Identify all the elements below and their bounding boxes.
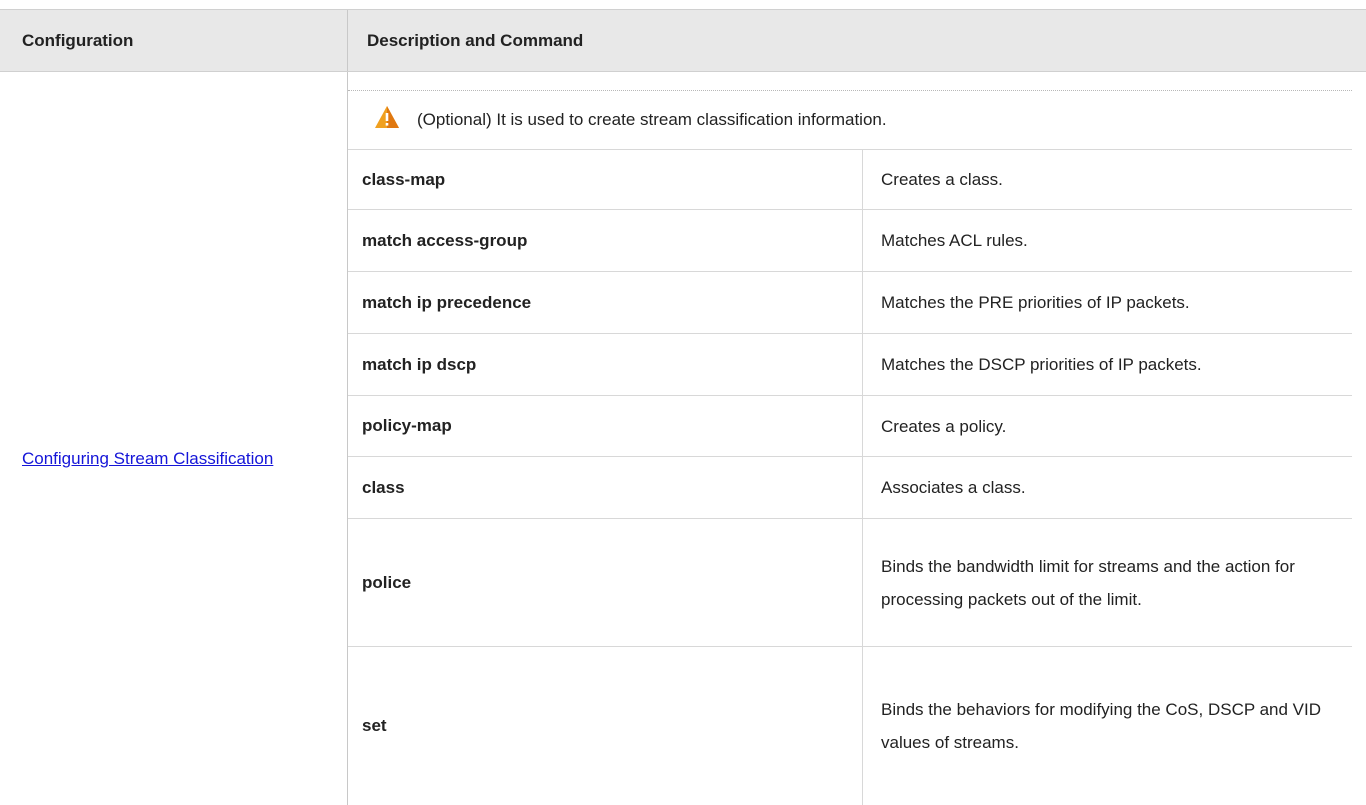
table-row: police Binds the bandwidth limit for str… xyxy=(348,519,1352,647)
command-description: Binds the behaviors for modifying the Co… xyxy=(881,700,1322,752)
table-row: match ip precedence Matches the PRE prio… xyxy=(348,272,1352,334)
command-name: match ip precedence xyxy=(362,292,532,312)
cell-divider xyxy=(862,210,863,271)
command-description: Binds the bandwidth limit for streams an… xyxy=(881,556,1295,609)
cell-divider xyxy=(862,150,863,209)
command-description: Matches the DSCP priorities of IP packet… xyxy=(881,355,1202,374)
table-row: set Binds the behaviors for modifying th… xyxy=(348,647,1352,805)
command-name: match ip dscp xyxy=(362,354,477,374)
command-description: Matches ACL rules. xyxy=(881,231,1028,250)
command-name: police xyxy=(362,572,412,592)
cell-divider xyxy=(862,272,863,333)
command-name: match access-group xyxy=(362,230,528,250)
command-name: set xyxy=(362,716,387,735)
command-description: Associates a class. xyxy=(881,478,1026,497)
table-header: Configuration Description and Command xyxy=(0,9,1366,72)
command-name: class xyxy=(362,477,405,497)
command-description: Creates a policy. xyxy=(881,416,1007,436)
optional-note: (Optional) It is used to create stream c… xyxy=(348,90,1352,150)
table-row: class-map Creates a class. xyxy=(348,150,1352,210)
table-row: class Associates a class. xyxy=(348,457,1352,519)
header-description: Description and Command xyxy=(367,31,584,50)
cell-divider xyxy=(862,334,863,395)
cell-divider xyxy=(862,396,863,456)
header-configuration: Configuration xyxy=(22,31,134,50)
command-name: class-map xyxy=(362,169,446,189)
command-description: Matches the PRE priorities of IP packets… xyxy=(881,293,1190,312)
note-text: (Optional) It is used to create stream c… xyxy=(417,110,887,129)
configuring-stream-classification-link[interactable]: Configuring Stream Classification xyxy=(22,442,322,475)
cell-divider xyxy=(862,647,863,805)
warning-icon xyxy=(375,106,399,128)
table-row: match ip dscp Matches the DSCP prioritie… xyxy=(348,334,1352,396)
cell-divider xyxy=(862,457,863,518)
document-page: Configuration Description and Command Co… xyxy=(0,0,1366,805)
command-name: policy-map xyxy=(362,416,452,435)
header-divider xyxy=(347,10,348,71)
table-row: match access-group Matches ACL rules. xyxy=(348,210,1352,272)
table-row: policy-map Creates a policy. xyxy=(348,396,1352,457)
cell-divider xyxy=(862,519,863,646)
command-description: Creates a class. xyxy=(881,170,1003,189)
